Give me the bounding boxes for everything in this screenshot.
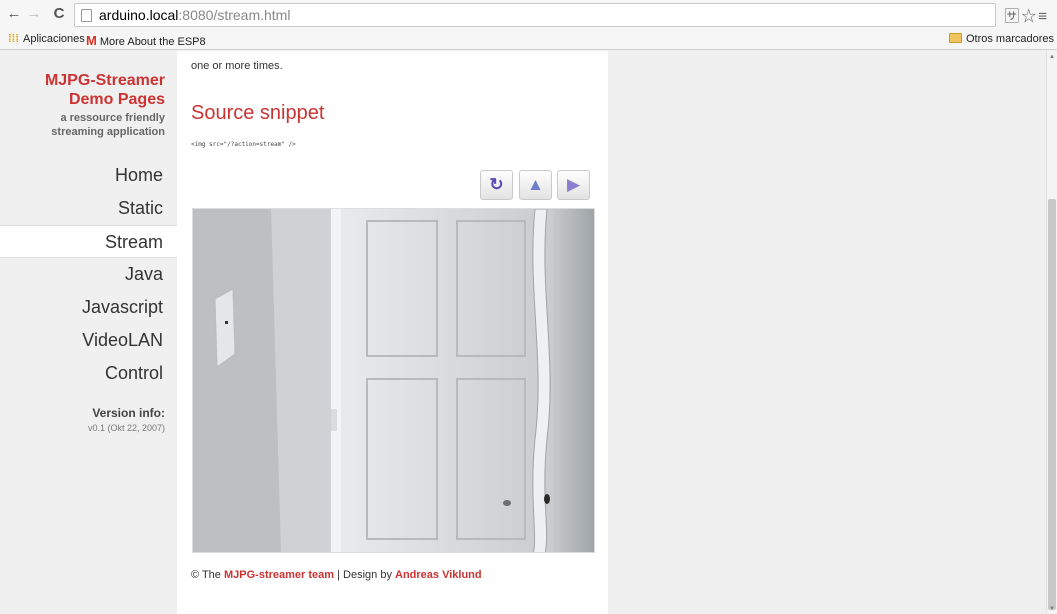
folder-icon xyxy=(948,33,962,43)
back-arrow-icon[interactable]: ← xyxy=(5,4,23,24)
footer-prefix: © The xyxy=(191,569,221,581)
intro-text: one or more times. xyxy=(191,60,283,72)
nav-item-java[interactable]: Java xyxy=(0,258,177,291)
flip-vertical-icon: ▲ xyxy=(527,175,544,194)
video-stream xyxy=(192,208,595,553)
bookmark-esp-label: More About the ESP8 xyxy=(99,36,206,48)
version-title: Version info: xyxy=(92,406,165,420)
flip-horizontal-button[interactable]: ▶ xyxy=(557,170,590,200)
vertical-scrollbar[interactable]: ▲ ▼ xyxy=(1046,51,1057,614)
gmail-icon: M xyxy=(86,33,97,48)
flip-horizontal-icon: ▶ xyxy=(566,175,581,194)
side-navigation: Home Static Stream Java Javascript Video… xyxy=(0,159,177,390)
version-value: v0.1 (Okt 22, 2007) xyxy=(87,423,165,433)
menu-icon[interactable]: ≡ xyxy=(1038,8,1049,25)
browser-actions: 🈂☆≡ xyxy=(1004,5,1049,26)
bookmark-other-label: Otros marcadores xyxy=(965,33,1054,45)
page-icon xyxy=(81,9,92,22)
nav-item-videolan[interactable]: VideoLAN xyxy=(0,324,177,357)
bookmark-apps-label: Aplicaciones xyxy=(23,33,85,45)
bookmark-other[interactable]: Otros marcadores xyxy=(948,33,1054,45)
bookmarks-bar: ⁞⁞⁞ Aplicaciones M More About the ESP8 Otr… xyxy=(0,31,1057,50)
address-bar[interactable]: arduino.local:8080/stream.html xyxy=(74,3,996,27)
scroll-thumb[interactable] xyxy=(1048,199,1056,610)
flip-vertical-button[interactable]: ▲ xyxy=(519,170,552,200)
section-title: Source snippet xyxy=(191,102,325,124)
page-footer: © The MJPG-streamer team | Design by And… xyxy=(191,569,482,581)
browser-toolbar: ← → C arduino.local:8080/stream.html 🈂☆≡ xyxy=(0,0,1057,31)
version-info: Version info: v0.1 (Okt 22, 2007) xyxy=(0,406,165,433)
brand-line-1: MJPG-Streamer xyxy=(44,72,165,89)
translate-icon[interactable]: 🈂 xyxy=(1004,8,1021,25)
site-brand: MJPG-Streamer Demo Pages a ressource fri… xyxy=(0,71,165,139)
rotate-button[interactable]: ↻ xyxy=(480,170,513,200)
reload-icon[interactable]: C xyxy=(50,4,68,24)
brand-line-2: Demo Pages xyxy=(68,91,165,108)
nav-item-home[interactable]: Home xyxy=(0,159,177,192)
stream-frame xyxy=(193,209,594,552)
team-link[interactable]: MJPG-streamer team xyxy=(224,569,334,581)
page-viewport: MJPG-Streamer Demo Pages a ressource fri… xyxy=(0,51,1046,614)
tagline-1: a ressource friendly xyxy=(60,112,165,124)
code-snippet: <img src="/?action=stream" /> xyxy=(191,141,296,148)
footer-separator: | Design by xyxy=(337,569,392,581)
scroll-down-icon[interactable]: ▼ xyxy=(1049,606,1055,612)
bookmark-esp[interactable]: M More About the ESP8 xyxy=(86,33,206,48)
designer-link[interactable]: Andreas Viklund xyxy=(395,569,482,581)
url-text[interactable]: arduino.local:8080/stream.html xyxy=(99,7,290,24)
rotate-icon: ↻ xyxy=(489,175,504,194)
main-content: one or more times. Source snippet <img s… xyxy=(177,51,608,614)
bookmark-apps[interactable]: ⁞⁞⁞ Aplicaciones xyxy=(8,33,85,45)
url-host: arduino.local xyxy=(99,7,179,23)
tagline-2: streaming application xyxy=(51,126,165,138)
nav-item-static[interactable]: Static xyxy=(0,192,177,225)
apps-grid-icon: ⁞⁞⁞ xyxy=(8,33,19,45)
scroll-up-icon[interactable]: ▲ xyxy=(1049,54,1055,60)
nav-item-javascript[interactable]: Javascript xyxy=(0,291,177,324)
nav-item-control[interactable]: Control xyxy=(0,357,177,390)
forward-arrow-icon[interactable]: → xyxy=(25,4,43,24)
bookmark-star-icon[interactable]: ☆ xyxy=(1021,8,1038,25)
url-path: :8080/stream.html xyxy=(178,7,291,23)
nav-item-stream[interactable]: Stream xyxy=(0,225,177,258)
